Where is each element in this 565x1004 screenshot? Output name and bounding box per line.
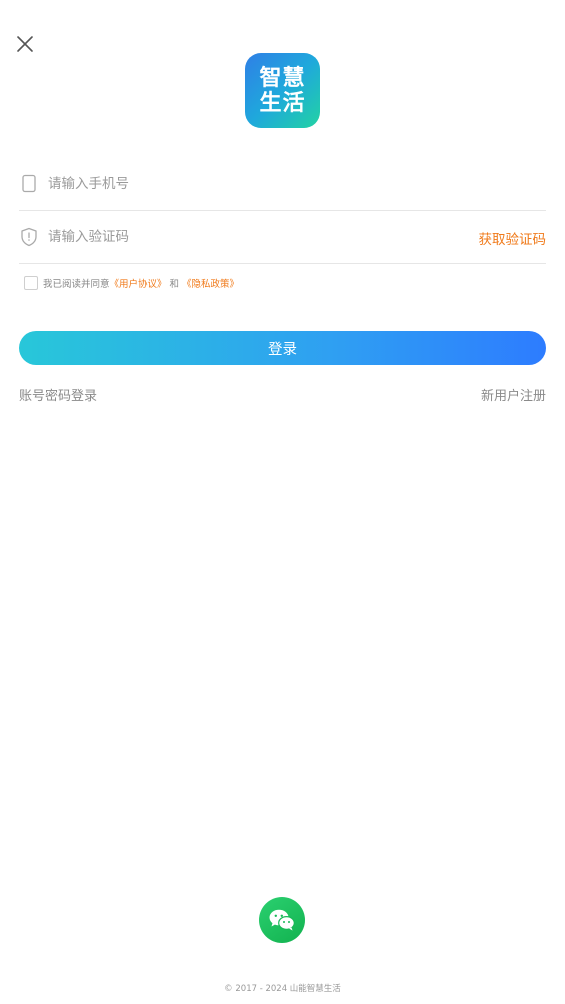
- shield-icon: [20, 227, 38, 247]
- footer-copyright: © 2017 - 2024 山能智慧生活: [224, 984, 341, 994]
- close-icon: [17, 36, 33, 52]
- get-code-button[interactable]: 获取验证码: [479, 228, 547, 248]
- logo-text-line2: 生活: [259, 90, 306, 116]
- phone-input[interactable]: [48, 169, 546, 199]
- logo-text-line1: 智慧: [259, 65, 306, 91]
- login-button[interactable]: 登录: [19, 331, 546, 365]
- wechat-icon: [269, 909, 295, 931]
- verification-code-input[interactable]: [48, 222, 479, 252]
- register-link[interactable]: 新用户注册: [481, 385, 546, 404]
- privacy-policy-link[interactable]: 《隐私政策》: [182, 276, 239, 290]
- close-button[interactable]: [12, 31, 38, 57]
- agreement-prefix: 我已阅读并同意: [43, 279, 110, 290]
- agreement-checkbox[interactable]: [24, 276, 38, 290]
- user-agreement-link[interactable]: 《用户协议》: [110, 276, 167, 290]
- phone-icon: [20, 174, 38, 194]
- code-field-row: 获取验证码: [19, 211, 546, 264]
- phone-field-row: [19, 158, 546, 211]
- agreement-row: 我已阅读并同意 《用户协议》 和 《隐私政策》: [24, 276, 239, 290]
- wechat-login-button[interactable]: [259, 897, 305, 943]
- agreement-and: 和: [169, 279, 180, 290]
- app-logo: 智慧 生活: [245, 53, 320, 128]
- password-login-link[interactable]: 账号密码登录: [19, 385, 97, 404]
